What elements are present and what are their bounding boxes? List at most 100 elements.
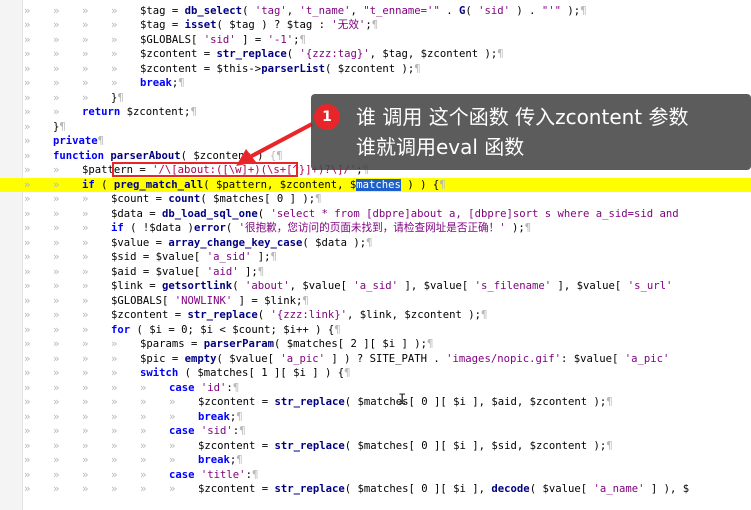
code-line[interactable]: » » » » » case 'id':¶ [0,381,751,396]
code-token: array_change_key_case [168,236,303,249]
whitespace-marker: » [24,120,31,133]
whitespace-marker: » [24,4,31,17]
code-line[interactable]: » » » » $params = parserParam( $matches[ 2 ]… [0,337,751,352]
code-token: = $value[ [136,265,207,278]
code-token: ) . [510,4,542,17]
whitespace-marker: » [111,410,118,423]
code-line-highlighted[interactable]: » » if ( preg_match_all( $pattern, $zconte… [0,177,751,192]
code-line[interactable]: » » » » » » $zcontent = str_replace( $matches[… [0,482,751,497]
code-token: if [111,222,124,234]
code-text: $link = getsortlink( 'about', $value[ 'a… [111,279,672,294]
whitespace-marker: » [53,323,60,336]
code-text: $count = count( $matches[ 0 ] );¶ [111,192,322,207]
code-token: 'a_pic' [280,352,325,365]
code-token: 'about' [244,280,290,292]
code-token: str_replace [274,483,345,495]
code-token: , $tag, $zcontent ); [369,48,498,60]
code-line[interactable]: » » » $link = getsortlink( 'about', $value[… [0,279,751,294]
whitespace-marker: » [140,381,147,394]
code-token: 't_name' [299,4,351,17]
code-line[interactable]: » » » » break;¶ [0,76,751,91]
whitespace-marker: » [82,410,89,423]
code-line[interactable]: » » » » » case 'title':¶ [0,468,751,483]
code-token: '很抱歉，您访问的页面未找到，请检查网址是否正确！' [238,222,506,234]
code-editor[interactable]: »»»» $tag = db_select( 'tag', 't_name', "… [0,0,751,510]
code-line[interactable]: » » » for ( $i = 0; $i < $count; $i++ ) {¶ [0,323,751,338]
code-token: $zcontent [198,483,256,495]
code-line[interactable]: » » » if ( !$data )error( '很抱歉，您访问的页面未找到，请检… [0,221,751,236]
whitespace-marker: » [82,236,89,249]
code-token: 'select * from [dbpre]about a, [dbpre]so… [270,207,679,220]
whitespace-marker: » [53,193,60,205]
code-token: $value [111,236,150,249]
code-text: case 'id':¶ [169,381,239,396]
code-token: 'a_sid' [353,280,399,292]
code-token: 's_url' [627,280,673,292]
code-token: parserAbout [110,149,181,162]
code-token: $pic [140,352,166,365]
code-line[interactable]: » » » » $tag = isset( $tag ) ? $tag : '无效';¶ [0,18,751,33]
whitespace-marker: » [53,396,60,408]
code-token: ¶ [480,309,488,321]
code-token: {¶ [269,149,283,162]
code-line[interactable]: » » » $sid = $value[ 'a_sid' ];¶ [0,250,751,265]
code-line[interactable]: » » » » $pic = empty( $value[ 'a_pic' ] ) ? … [0,352,751,367]
whitespace-marker: » [111,352,118,365]
code-line[interactable]: » » » $aid = $value[ 'aid' ];¶ [0,265,751,280]
code-token: ]; [251,251,271,263]
code-line[interactable]: » » » » switch ( $matches[ 1 ][ $i ] ) {¶ [0,366,751,381]
code-text: }¶ [111,91,124,106]
whitespace-marker: » [169,439,176,452]
code-token: empty [184,352,217,365]
code-token: ¶ [302,294,309,307]
code-token: switch [140,367,179,379]
code-line[interactable]: » » » » $GLOBALS[ 'sid' ] = '-1';¶ [0,33,751,48]
whitespace-marker: » [24,352,31,365]
whitespace-marker: » [111,62,118,75]
code-text: $sid = $value[ 'a_sid' ];¶ [111,250,277,265]
code-token: return [82,106,121,118]
code-text: }¶ [53,120,66,135]
code-line[interactable]: » » » » » » break;¶ [0,453,751,468]
code-token: ( $pattern, $zcontent, $ [203,178,357,191]
code-token: for [111,323,131,336]
code-line[interactable]: » » » » $zcontent = $this->parserList( $zcon… [0,62,751,77]
code-token: , [350,4,364,17]
selected-text: matches [356,178,401,191]
code-line[interactable]: » » » $data = db_load_sql_one( 'select * fr… [0,207,751,222]
code-token: ( $matches[ 0 ] ); [200,193,316,205]
code-line[interactable]: » » » $count = count( $matches[ 0 ] );¶ [0,192,751,207]
whitespace-marker: » [111,425,118,437]
whitespace-marker: » [53,106,60,118]
code-token: $zcontent [198,439,256,452]
whitespace-marker: » [169,483,176,495]
code-line[interactable]: » » » $zcontent = str_replace( '{zzz:link}'… [0,308,751,323]
code-text: break;¶ [198,453,243,468]
highlight-box [112,162,298,177]
whitespace-marker: » [24,396,31,408]
code-token: ¶ [251,468,259,481]
code-token: ( [465,4,479,17]
code-token: ( $matches[ 0 ][ $i ], $aid, $zcontent )… [344,396,607,408]
code-text: $zcontent = str_replace( '{zzz:tag}', $t… [140,47,504,62]
code-line[interactable]: » » » » $zcontent = str_replace( '{zzz:tag}'… [0,47,751,62]
code-line[interactable]: » » » » » » break;¶ [0,410,751,425]
code-line[interactable]: » » » $value = array_change_key_case( $data… [0,236,751,251]
code-token: ¶ [334,323,341,336]
code-token: $zcontent [198,396,256,408]
code-line[interactable]: » » » » » » $zcontent = str_replace( $matches[… [0,395,751,410]
whitespace-marker: » [24,410,31,423]
code-line[interactable]: » » » » » » $zcontent = str_replace( $matches[… [0,439,751,454]
code-token: ¶ [239,425,246,437]
code-line[interactable]: » » » $GLOBALS[ 'NOWLINK' ] = $link;¶ [0,294,751,309]
whitespace-marker: » [111,48,118,60]
code-line[interactable]: »»»» $tag = db_select( 'tag', 't_name', "… [0,4,751,19]
whitespace-marker: » [24,33,31,46]
code-token: ( [232,280,245,292]
whitespace-marker: » [24,193,31,205]
whitespace-marker: » [82,309,89,321]
whitespace-marker: » [53,410,60,423]
whitespace-marker: » [53,265,60,278]
code-token: ( [225,222,239,234]
code-line[interactable]: » » » » » case 'sid':¶ [0,424,751,439]
